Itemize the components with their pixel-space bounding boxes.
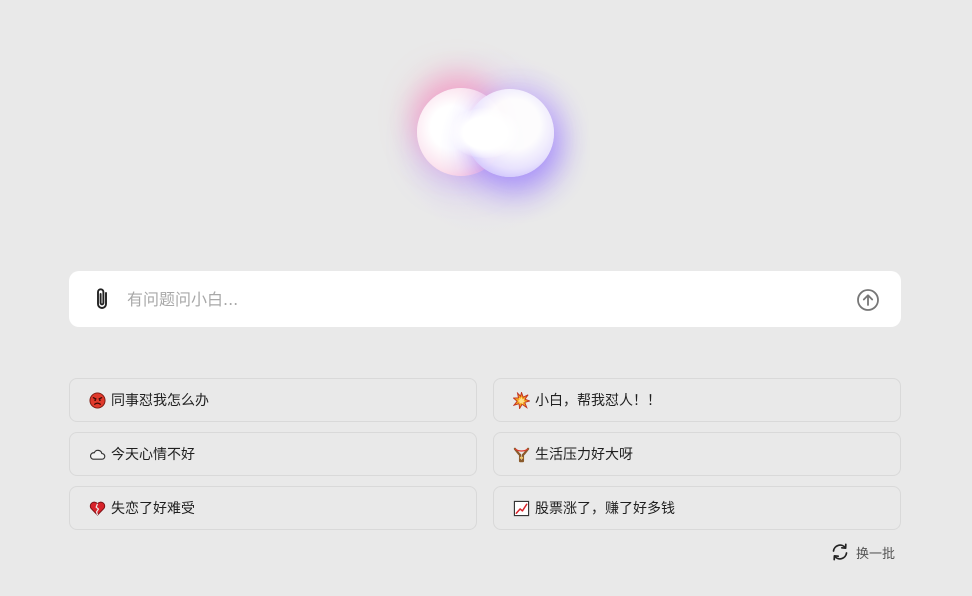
suggestion-label: 生活压力好大呀 — [535, 447, 633, 463]
assistant-logo — [380, 40, 590, 240]
broken-heart-icon — [88, 499, 106, 517]
suggestion-label: 失恋了好难受 — [111, 501, 195, 517]
suggestion-button[interactable]: 股票涨了，赚了好多钱 — [493, 486, 901, 530]
refresh-icon — [830, 542, 850, 562]
collision-icon — [512, 391, 530, 409]
chat-input-box — [69, 271, 901, 327]
refresh-button[interactable]: 换一批 — [830, 541, 895, 563]
chat-input[interactable] — [127, 283, 827, 315]
suggestion-label: 小白，帮我怼人！！ — [535, 393, 661, 409]
refresh-label: 换一批 — [856, 546, 896, 562]
suggestion-button[interactable]: 小白，帮我怼人！！ — [493, 378, 901, 422]
suggestion-label: 同事怼我怎么办 — [111, 393, 209, 409]
chart-increasing-icon — [512, 499, 530, 517]
angry-face-icon — [88, 391, 106, 409]
paperclip-icon[interactable] — [91, 286, 115, 312]
suggestion-label: 今天心情不好 — [111, 447, 195, 463]
suggestion-button[interactable]: 同事怼我怎么办 — [69, 378, 477, 422]
suggestion-button[interactable]: 失恋了好难受 — [69, 486, 477, 530]
arrow-up-circle-icon[interactable] — [856, 288, 880, 312]
logo-orb-core — [450, 108, 520, 158]
suggestion-button[interactable]: 生活压力好大呀 — [493, 432, 901, 476]
suggestion-button[interactable]: 今天心情不好 — [69, 432, 477, 476]
page: 同事怼我怎么办 小白，帮我怼人！！ 今天心情不好 生活压力好大呀 — [0, 0, 972, 596]
suggestion-label: 股票涨了，赚了好多钱 — [535, 501, 675, 517]
cloud-icon — [88, 445, 106, 463]
slingshot-icon — [512, 445, 530, 463]
